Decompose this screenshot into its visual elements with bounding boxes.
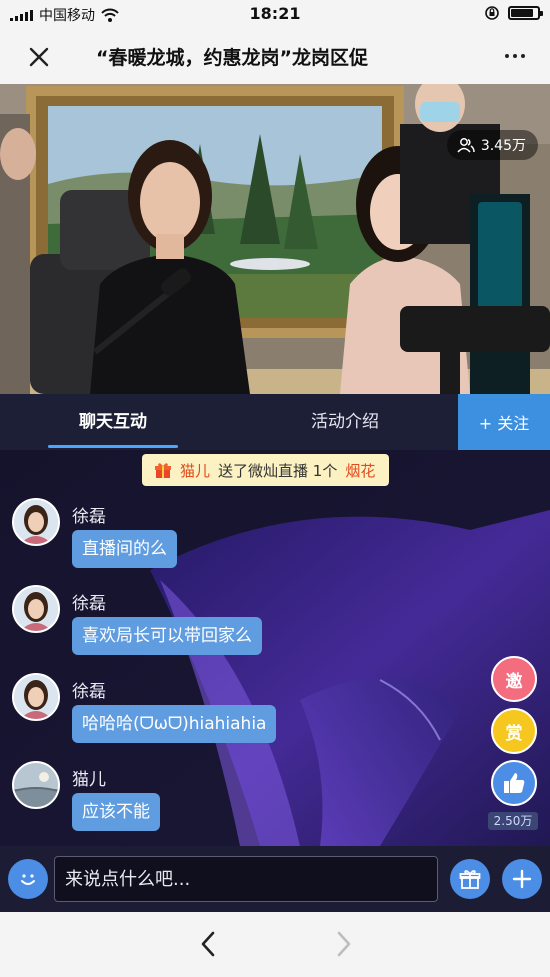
viewer-count-badge: 3.45万 (446, 130, 538, 160)
message-bubble: 哈哈哈(ᗜωᗜ)hiahiahia (72, 705, 277, 743)
status-left: 中国移动 (10, 5, 119, 25)
chevron-left-icon (201, 931, 215, 957)
more-button[interactable] (500, 42, 530, 70)
avatar-image (14, 675, 58, 719)
more-dot-icon (513, 54, 517, 58)
avatar-image (14, 587, 58, 631)
avatar[interactable] (12, 585, 60, 633)
chevron-right-icon (337, 931, 351, 957)
message-author: 徐磊 (72, 594, 106, 614)
message-bubble: 喜欢局长可以带回家么 (72, 617, 262, 655)
reward-button[interactable]: 赏 (491, 708, 537, 754)
tab-chat[interactable]: 聊天互动 (48, 394, 178, 450)
message-author: 猫儿 (72, 770, 106, 790)
gift-icon (459, 870, 481, 889)
invite-button[interactable]: 邀 (491, 656, 537, 702)
status-right (484, 5, 543, 21)
rotation-lock-icon (485, 6, 499, 20)
reward-label: 赏 (505, 723, 523, 744)
avatar[interactable] (12, 761, 60, 809)
tab-intro[interactable]: 活动介绍 (280, 394, 410, 450)
wifi-icon (101, 8, 119, 22)
message-author: 徐磊 (72, 507, 106, 527)
chat-message: 徐磊 哈哈哈(ᗜωᗜ)hiahiahia (0, 673, 480, 753)
back-button[interactable] (194, 928, 222, 960)
gift-item: 烟花 (345, 461, 376, 480)
chat-message: 徐磊 直播间的么 (0, 498, 480, 578)
message-bubble: 直播间的么 (72, 530, 177, 568)
forward-button[interactable] (330, 928, 358, 960)
viewers-icon (457, 138, 475, 153)
viewer-count: 3.45万 (480, 138, 526, 154)
close-icon (29, 47, 49, 67)
more-actions-button[interactable] (502, 859, 542, 899)
emoji-button[interactable] (8, 859, 48, 899)
gift-icon (155, 463, 171, 478)
chat-message: 猫儿 应该不能 (0, 761, 480, 841)
gift-text: 送了微灿直播 1个 (218, 461, 338, 480)
gift-button[interactable] (450, 859, 490, 899)
plus-icon (512, 869, 532, 889)
title-bar: “春暖龙城，约惠龙岗”龙岗区促 (0, 28, 550, 84)
more-dot-icon (521, 54, 525, 58)
thumbs-up-icon (504, 773, 525, 793)
carrier-label: 中国移动 (39, 8, 95, 24)
input-bar (0, 846, 550, 912)
message-bubble: 应该不能 (72, 793, 160, 831)
message-author: 徐磊 (72, 682, 106, 702)
status-bar: 中国移动 18:21 (0, 0, 550, 28)
like-count: 2.50万 (488, 812, 538, 830)
gift-banner: 猫儿 送了微灿直播 1个 烟花 (142, 454, 390, 486)
avatar-image (14, 763, 58, 807)
like-button[interactable] (491, 760, 537, 806)
avatar[interactable] (12, 498, 60, 546)
page-title: “春暖龙城，约惠龙岗”龙岗区促 (96, 47, 368, 69)
close-button[interactable] (22, 40, 56, 74)
live-video[interactable]: 3.45万 (0, 84, 550, 394)
browser-nav (0, 912, 550, 977)
invite-label: 邀 (505, 671, 523, 692)
tab-bar: 聊天互动 活动介绍 + 关注 (0, 394, 550, 450)
signal-icon (10, 9, 33, 21)
chat-message: 徐磊 喜欢局长可以带回家么 (0, 585, 480, 665)
more-dot-icon (505, 54, 509, 58)
chat-input[interactable] (54, 856, 438, 902)
battery-icon (508, 6, 543, 20)
avatar[interactable] (12, 673, 60, 721)
avatar-image (14, 500, 58, 544)
gift-sender: 猫儿 (180, 461, 211, 480)
follow-button[interactable]: + 关注 (458, 394, 550, 450)
smiley-icon (21, 874, 35, 885)
chat-area[interactable]: 猫儿 送了微灿直播 1个 烟花 徐磊 直播间的么 徐磊 喜欢局长可以带回家么 徐… (0, 450, 550, 846)
